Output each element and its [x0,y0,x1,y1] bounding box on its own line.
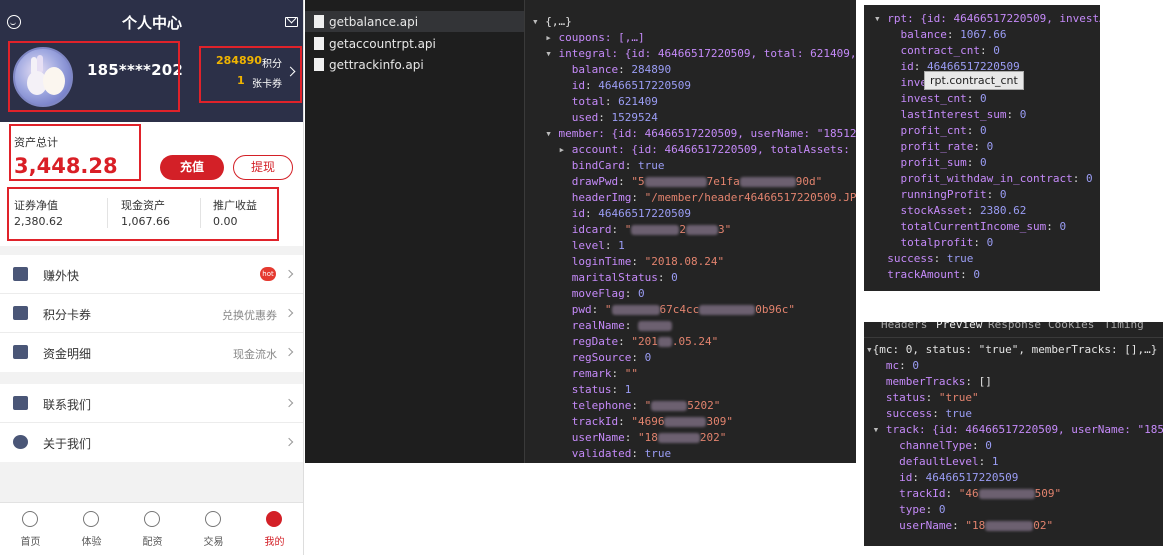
menu-group-primary: 赚外快 hot 积分卡券 兑换优惠券 资金明细 现金流水 [0,255,303,372]
chevron-right-icon [284,269,294,279]
menu-group-secondary: 联系我们 关于我们 [0,384,303,462]
hot-badge: hot [260,267,276,281]
request-name: getaccountrpt.api [329,37,436,51]
coins-icon [13,267,28,281]
recharge-button[interactable]: 充值 [160,155,224,180]
tab-label: 我的 [264,537,285,548]
menu-item-label: 资金明细 [43,347,92,361]
json-tree: ▾ {,…} ▸ coupons: [,…] ▾ integral: {id: … [532,15,856,460]
menu-item-earn-extra[interactable]: 赚外快 hot [0,255,303,294]
network-request-list: getbalance.api getaccountrpt.api gettrac… [305,0,524,463]
devtools-tabs: Headers Preview Response Cookies Timing [864,322,1163,338]
response-preview-balance: ▾ {,…} ▸ coupons: [,…] ▾ integral: {id: … [524,0,856,463]
menu-item-label: 赚外快 [43,269,80,283]
tab-headers[interactable]: Headers [881,322,927,331]
menu-item-contact-us[interactable]: 联系我们 [0,384,303,423]
tab-label: 首页 [20,537,41,548]
tab-mine[interactable]: 我的 [244,503,303,555]
tab-trade[interactable]: 交易 [183,503,244,555]
page-title: 个人中心 [121,14,182,32]
user-icon [266,511,282,527]
tab-response[interactable]: Response [988,322,1041,331]
tab-experience[interactable]: 体验 [61,503,122,555]
file-icon [314,37,324,50]
menu-item-about-us[interactable]: 关于我们 [0,423,303,462]
tab-cookies[interactable]: Cookies [1048,322,1094,331]
file-icon [314,15,324,28]
star-icon [83,511,99,527]
exchange-icon [205,511,221,527]
menu-item-label: 积分卡券 [43,308,92,322]
response-preview-accountrpt: ▾ rpt: {id: 46466517220509, investA bala… [864,5,1100,291]
highlight-box [7,187,279,241]
coupon-icon [13,306,28,320]
json-tree: ▾ rpt: {id: 46466517220509, investA bala… [874,12,1100,281]
tab-label: 交易 [203,537,224,548]
menu-item-label: 联系我们 [43,398,92,412]
response-preview-trackinfo: Headers Preview Response Cookies Timing … [864,322,1163,546]
tab-timing[interactable]: Timing [1104,322,1144,331]
chevron-right-icon [284,347,294,357]
highlight-box [199,46,302,103]
json-tree: ▾{mc: 0, status: "true", memberTracks: [… [866,343,1163,532]
request-name: gettrackinfo.api [329,58,424,72]
info-icon [13,435,28,449]
highlight-box [8,41,180,112]
chevron-right-icon [284,308,294,318]
menu-item-hint: 现金流水 [233,348,277,361]
key-path-tooltip: rpt.contract_cnt [924,71,1024,90]
highlight-box [9,124,141,181]
message-icon[interactable] [285,17,298,27]
tab-home[interactable]: 首页 [0,503,61,555]
menu-item-fund-details[interactable]: 资金明细 现金流水 [0,333,303,372]
tab-label: 体验 [81,537,102,548]
menu-item-points-coupons[interactable]: 积分卡券 兑换优惠券 [0,294,303,333]
file-icon [314,58,324,71]
menu-item-label: 关于我们 [43,437,92,451]
tab-margin[interactable]: 配资 [122,503,183,555]
request-row[interactable]: gettrackinfo.api [305,54,524,75]
withdraw-button[interactable]: 提现 [233,155,293,180]
home-icon [22,511,38,527]
ledger-icon [13,345,28,359]
mail-icon [13,396,28,410]
tab-preview[interactable]: Preview [936,322,982,331]
request-row[interactable]: getbalance.api [305,11,524,32]
chevron-right-icon [284,437,294,447]
chart-icon [144,511,160,527]
menu-item-hint: 兑换优惠券 [222,309,277,322]
bottom-tab-bar: 首页 体验 配资 交易 我的 [0,502,303,555]
request-row[interactable]: getaccountrpt.api [305,33,524,54]
mobile-app-screen: 个人中心 185****202 284890 积分 1 张卡券 资产总计 3,4… [0,0,304,555]
request-name: getbalance.api [329,15,419,29]
chevron-right-icon [284,398,294,408]
tab-label: 配资 [142,537,163,548]
app-top-bar: 个人中心 [0,0,303,44]
